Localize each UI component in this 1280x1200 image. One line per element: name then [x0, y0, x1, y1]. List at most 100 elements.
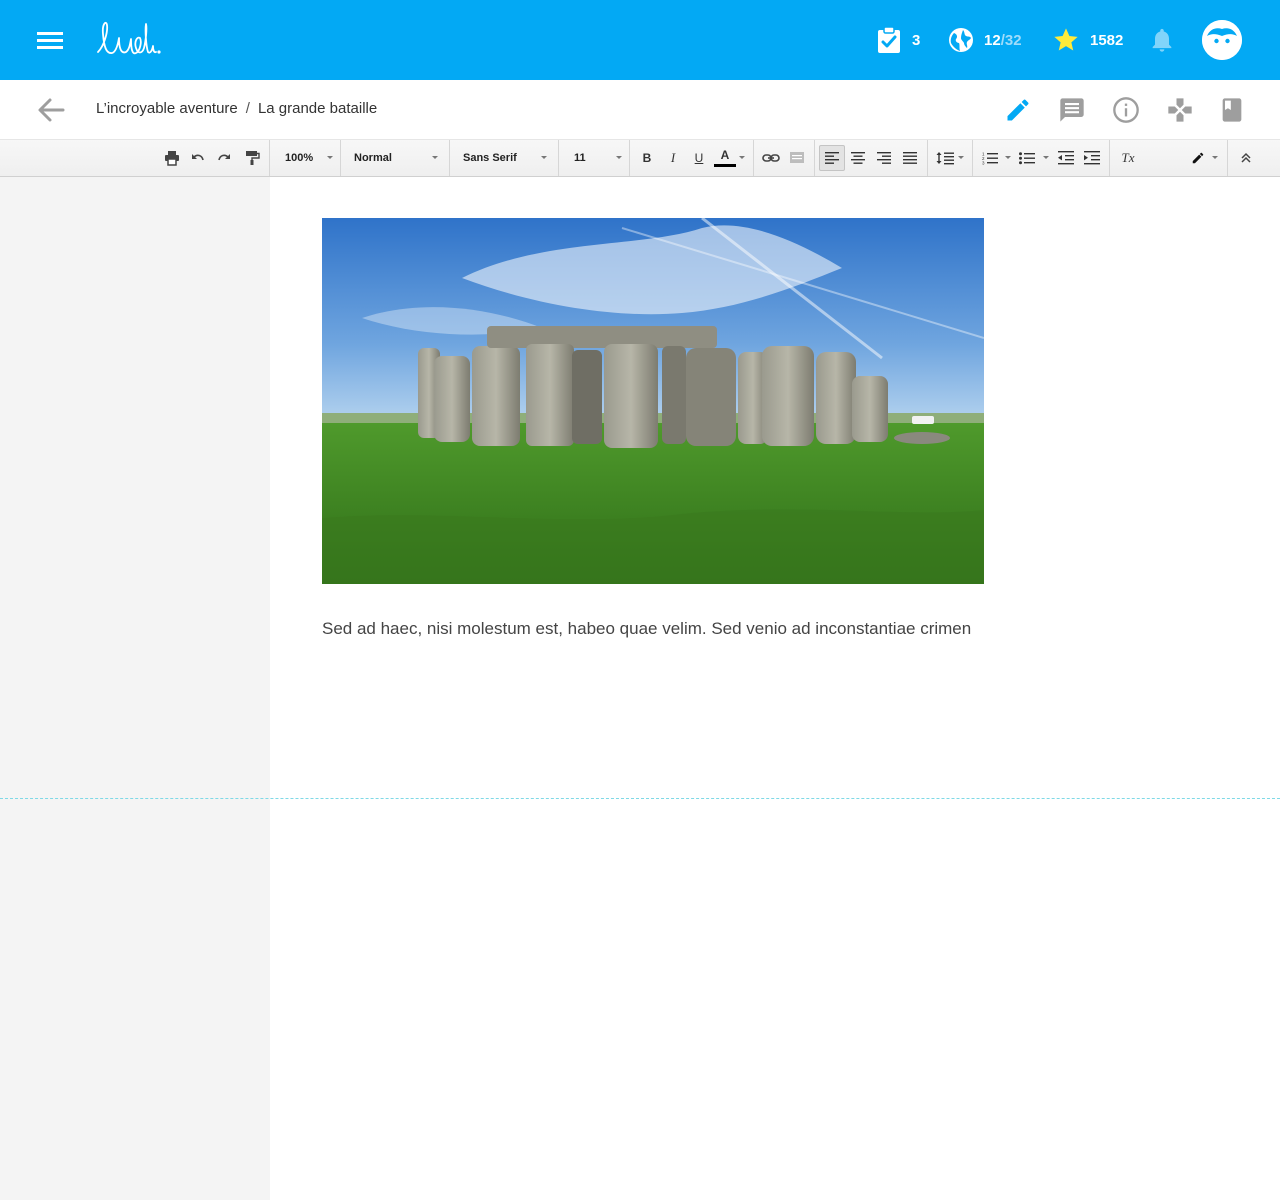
toolbar-separator	[629, 140, 630, 176]
document-image[interactable]	[322, 218, 984, 584]
chevron-down-icon	[432, 156, 438, 159]
print-button[interactable]	[160, 146, 184, 170]
zoom-select[interactable]: 100%	[285, 146, 333, 170]
underline-button[interactable]: U	[687, 146, 711, 170]
undo-button[interactable]	[186, 146, 210, 170]
toolbar-separator	[814, 140, 815, 176]
redo-button[interactable]	[212, 146, 236, 170]
chevron-double-up-icon	[1241, 152, 1251, 163]
toolbar-separator	[1109, 140, 1110, 176]
arrow-left-icon	[38, 98, 65, 122]
world-progress[interactable]: 12/32	[948, 26, 1022, 54]
editing-mode-button[interactable]	[1186, 146, 1210, 170]
stars-counter[interactable]: 1582	[1052, 26, 1123, 54]
chevron-down-icon[interactable]	[739, 156, 745, 159]
align-right-icon	[877, 152, 891, 164]
info-icon	[1113, 97, 1139, 123]
toolbar-separator	[972, 140, 973, 176]
align-right-button[interactable]	[872, 146, 896, 170]
paragraph-style-select[interactable]: Normal	[354, 146, 438, 170]
toolbar-separator	[449, 140, 450, 176]
notifications-button[interactable]	[1148, 26, 1176, 54]
chevron-down-icon[interactable]	[1043, 156, 1049, 159]
chevron-down-icon[interactable]	[1005, 156, 1011, 159]
align-center-button[interactable]	[846, 146, 870, 170]
document-paragraph[interactable]: Sed ad haec, nisi molestum est, habeo qu…	[322, 619, 971, 639]
decrease-indent-button[interactable]	[1054, 146, 1078, 170]
text-color-swatch	[714, 164, 736, 167]
align-left-icon	[825, 152, 839, 164]
stonehenge-photo	[322, 218, 984, 584]
gamepad-icon	[1168, 98, 1192, 122]
book-icon	[1222, 98, 1242, 122]
editor-toolbar: 100% Normal Sans Serif 11 B I U A 1 2 3 …	[0, 140, 1280, 177]
link-icon	[762, 154, 780, 162]
games-tab-button[interactable]	[1166, 96, 1194, 124]
user-avatar[interactable]	[1202, 20, 1242, 60]
toolbar-separator	[753, 140, 754, 176]
comment-icon	[790, 152, 804, 163]
breadcrumb-bar: L’incroyable aventure / La grande batail…	[0, 80, 1280, 140]
comments-tab-button[interactable]	[1058, 96, 1086, 124]
line-spacing-button[interactable]	[933, 146, 957, 170]
pencil-icon	[1007, 99, 1029, 121]
align-justify-icon	[903, 152, 917, 164]
chevron-down-icon[interactable]	[958, 156, 964, 159]
back-button[interactable]	[36, 96, 66, 124]
pencil-icon	[1192, 152, 1204, 164]
edit-tab-button[interactable]	[1004, 96, 1032, 124]
bulleted-list-button[interactable]	[1015, 146, 1039, 170]
align-justify-button[interactable]	[898, 146, 922, 170]
zoom-value: 100%	[285, 152, 314, 164]
line-spacing-icon	[936, 152, 954, 165]
ludi-logo-mark	[97, 21, 161, 55]
comment-icon	[1060, 98, 1084, 122]
paint-format-button[interactable]	[240, 146, 264, 170]
breadcrumb: L’incroyable aventure / La grande batail…	[96, 100, 377, 117]
book-tab-button[interactable]	[1218, 96, 1246, 124]
tasks-counter[interactable]: 3	[876, 26, 920, 54]
italic-button[interactable]: I	[661, 146, 685, 170]
chevron-down-icon	[616, 156, 622, 159]
avatar-face-icon	[1202, 20, 1242, 60]
top-app-bar: 3 12/32 1582	[0, 0, 1280, 80]
text-color-button[interactable]: A	[713, 146, 737, 170]
toolbar-separator	[558, 140, 559, 176]
bold-button[interactable]: B	[635, 146, 659, 170]
font-size-select[interactable]: 11	[574, 146, 622, 170]
align-left-button[interactable]	[819, 145, 845, 171]
ludi-logo[interactable]	[94, 18, 164, 62]
decrease-indent-icon	[1058, 151, 1074, 165]
star-icon	[1054, 28, 1078, 51]
tasks-count: 3	[912, 31, 921, 49]
insert-comment-button[interactable]	[785, 146, 809, 170]
svg-text:3: 3	[982, 161, 985, 166]
numbered-list-button[interactable]: 1 2 3	[978, 146, 1002, 170]
align-center-icon	[851, 152, 865, 164]
menu-button[interactable]	[32, 26, 68, 54]
chevron-down-icon	[327, 156, 333, 159]
bulleted-list-icon	[1019, 152, 1035, 165]
clear-formatting-button[interactable]: Tx	[1116, 146, 1140, 170]
info-tab-button[interactable]	[1112, 96, 1140, 124]
numbered-list-icon: 1 2 3	[982, 152, 998, 166]
breadcrumb-current: La grande bataille	[257, 100, 378, 117]
redo-icon	[218, 154, 230, 161]
toolbar-separator	[1227, 140, 1228, 176]
collapse-toolbar-button[interactable]	[1234, 146, 1258, 170]
bell-icon	[1152, 28, 1172, 52]
breadcrumb-parent[interactable]: L’incroyable aventure	[96, 100, 238, 117]
hamburger-icon	[37, 32, 63, 49]
font-size-value: 11	[574, 152, 586, 164]
undo-icon	[192, 154, 204, 161]
chevron-down-icon[interactable]	[1212, 156, 1218, 159]
globe-icon	[949, 28, 973, 52]
toolbar-separator	[269, 140, 270, 176]
world-progress-value: 12	[984, 31, 1001, 49]
toolbar-separator	[340, 140, 341, 176]
increase-indent-button[interactable]	[1080, 146, 1104, 170]
insert-link-button[interactable]	[759, 146, 783, 170]
font-family-select[interactable]: Sans Serif	[463, 146, 547, 170]
text-color-label: A	[720, 148, 730, 162]
print-icon	[165, 151, 179, 166]
